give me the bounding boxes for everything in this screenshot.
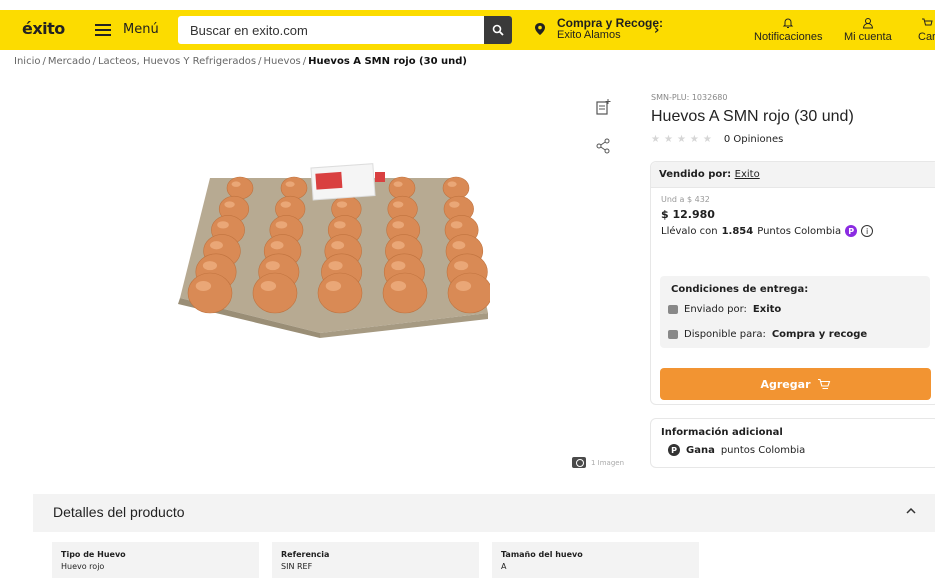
chevron-right-icon: ›	[654, 23, 660, 38]
points-info: Llévalo con 1.854 Puntos Colombia P i	[661, 225, 874, 237]
spec-egg-type: Tipo de Huevo Huevo rojo	[52, 542, 259, 578]
search-input[interactable]: Buscar en exito.com	[178, 23, 484, 38]
cart-label: Car	[918, 31, 935, 43]
share-icon[interactable]	[592, 135, 614, 157]
spec-key: Tipo de Huevo	[61, 550, 126, 559]
seller-header: Vendido por: Exito	[651, 162, 935, 188]
breadcrumb-mercado[interactable]: Mercado	[48, 56, 91, 67]
available-value: Compra y recoge	[771, 329, 868, 340]
cart-icon	[817, 378, 830, 389]
camera-icon	[572, 457, 586, 468]
available-label: Disponible para:	[684, 329, 766, 340]
truck-icon	[668, 305, 678, 314]
menu-label: Menú	[123, 22, 159, 37]
pickup-store-selector[interactable]: Compra y Recoge: Exito Alamos	[557, 17, 663, 41]
seller-prefix: Vendido por:	[659, 169, 732, 180]
spec-key: Tamaño del huevo	[501, 550, 583, 559]
cart-icon	[921, 18, 933, 26]
menu-button[interactable]: Menú	[95, 22, 159, 37]
account-button[interactable]: Mi cuenta	[844, 17, 892, 43]
spec-value: SIN REF	[281, 562, 313, 571]
spec-value: Huevo rojo	[61, 562, 105, 571]
star-icon: ★	[651, 134, 660, 145]
bell-icon	[783, 18, 794, 28]
spec-reference: Referencia SIN REF	[272, 542, 479, 578]
points-value: 1.854	[721, 225, 754, 237]
image-count[interactable]: 1 Imagen	[572, 457, 624, 468]
spec-key: Referencia	[281, 550, 330, 559]
hamburger-icon	[95, 23, 111, 36]
product-price: $ 12.980	[661, 208, 715, 221]
search-button[interactable]	[484, 16, 512, 44]
product-details-header[interactable]: Detalles del producto	[33, 494, 935, 532]
star-icon: ★	[676, 134, 686, 145]
cart-button[interactable]: Car	[918, 17, 935, 43]
spec-value: A	[501, 562, 507, 571]
top-header: éxito Menú Buscar en exito.com Compra y …	[0, 10, 935, 50]
shipped-value: Exito	[752, 304, 782, 315]
star-icon: ★	[663, 134, 673, 145]
puntos-colombia-icon: P	[845, 225, 858, 237]
seller-info: Vendido por: Exito	[659, 169, 760, 180]
star-icon: ★	[702, 134, 712, 145]
store-icon	[668, 330, 678, 339]
notifications-button[interactable]: Notificaciones	[754, 17, 822, 43]
search-bar[interactable]: Buscar en exito.com	[178, 16, 512, 44]
breadcrumb-lacteos[interactable]: Lacteos, Huevos Y Refrigerados	[98, 56, 256, 67]
breadcrumb-current: Huevos A SMN rojo (30 und)	[308, 56, 467, 67]
opinions-count[interactable]: 0 Opiniones	[724, 134, 783, 145]
exito-logo[interactable]: éxito	[22, 19, 65, 38]
star-icon: ★	[689, 134, 699, 145]
gana-puntos: P Gana puntos Colombia	[668, 444, 805, 456]
puntos-icon: P	[668, 444, 680, 456]
add-button-label: Agregar	[760, 377, 811, 391]
shipped-label: Enviado por:	[684, 304, 747, 315]
delivery-conditions: Condiciones de entrega: Enviado por: Exi…	[660, 276, 930, 348]
breadcrumb: Inicio / Mercado / Lacteos, Huevos Y Refrige…	[14, 56, 467, 67]
shipped-by: Enviado por: Exito	[668, 304, 781, 315]
unit-price: Und a $ 432	[661, 195, 710, 204]
account-label: Mi cuenta	[844, 31, 892, 43]
available-for: Disponible para: Compra y recoge	[668, 329, 867, 340]
add-to-cart-button[interactable]: Agregar	[660, 368, 931, 400]
pickup-title: Compra y Recoge:	[557, 16, 664, 30]
product-title: Huevos A SMN rojo (30 und)	[651, 108, 854, 125]
details-title: Detalles del producto	[53, 504, 185, 520]
location-pin-icon	[535, 23, 545, 35]
product-rating[interactable]: ★ ★ ★ ★ ★ 0 Opiniones	[651, 134, 783, 145]
seller-link[interactable]: Exito	[735, 169, 760, 180]
product-plu: SMN-PLU: 1032680	[651, 93, 728, 102]
purchase-panel: Vendido por: Exito Und a $ 432 $ 12.980 …	[650, 161, 935, 405]
pickup-store: Exito Alamos	[557, 29, 621, 41]
search-icon	[492, 24, 504, 36]
breadcrumb-huevos[interactable]: Huevos	[264, 56, 301, 67]
gana-suffix: puntos Colombia	[720, 444, 806, 456]
user-icon	[862, 18, 873, 29]
additional-info: Información adicional P Gana puntos Colo…	[650, 418, 935, 468]
chevron-up-icon[interactable]	[905, 507, 917, 515]
spec-egg-size: Tamaño del huevo A	[492, 542, 699, 578]
breadcrumb-inicio[interactable]: Inicio	[14, 56, 40, 67]
info-icon[interactable]: i	[861, 225, 874, 237]
notifications-label: Notificaciones	[754, 31, 823, 43]
additional-info-title: Información adicional	[661, 427, 783, 438]
points-prefix: Llévalo con	[661, 225, 718, 237]
delivery-title: Condiciones de entrega:	[671, 284, 809, 295]
add-to-list-icon[interactable]	[592, 96, 614, 118]
gana-label: Gana	[686, 444, 715, 456]
points-suffix: Puntos Colombia	[757, 225, 842, 237]
image-count-label: 1 Imagen	[591, 458, 625, 467]
product-image[interactable]	[170, 158, 493, 338]
